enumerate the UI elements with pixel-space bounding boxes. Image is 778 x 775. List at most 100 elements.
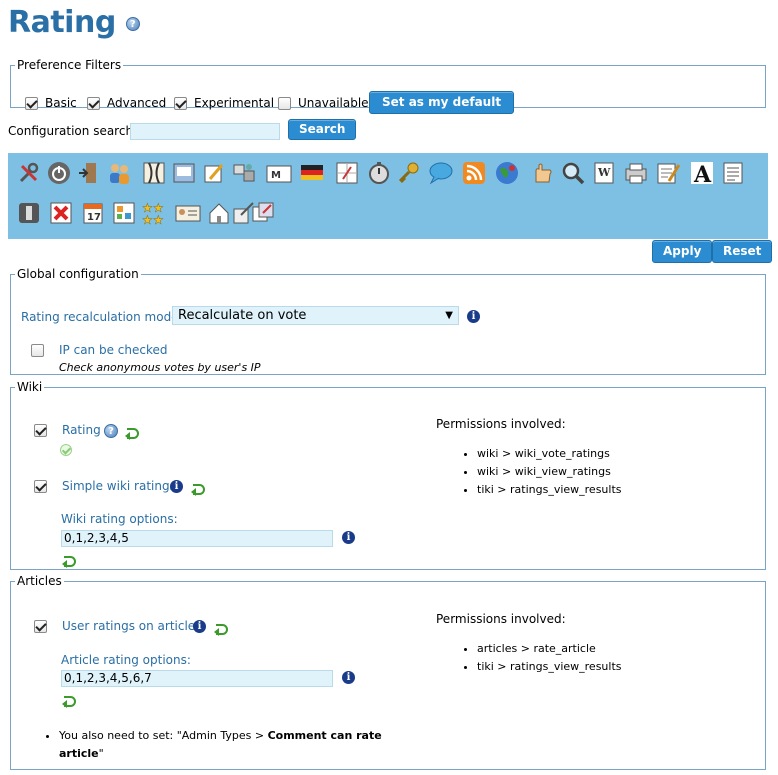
text-area-icon[interactable]: W (591, 160, 617, 186)
frame-icon[interactable] (171, 160, 197, 186)
wiki-section: Wiki Rating ? Simple wiki ratings i Wiki… (10, 380, 766, 570)
user-ratings-articles-checkbox[interactable] (34, 620, 47, 633)
articles-section: Articles User ratings on articles i Arti… (10, 574, 766, 770)
filter-basic-label: Basic (45, 96, 77, 110)
filter-advanced-label: Advanced (107, 96, 167, 110)
info-icon[interactable]: i (170, 480, 183, 493)
filter-experimental-label: Experimental (194, 96, 275, 110)
key-icon[interactable] (396, 160, 422, 186)
messages-icon[interactable]: M (266, 160, 292, 186)
filter-advanced-checkbox[interactable] (87, 96, 100, 110)
wiki-permissions-title: Permissions involved: (436, 417, 566, 431)
delete-icon[interactable] (48, 200, 74, 226)
font-icon[interactable]: A (689, 160, 715, 186)
article-rating-options-label: Article rating options: (61, 653, 191, 667)
login-icon[interactable] (76, 160, 102, 186)
recalc-mode-label: Rating recalculation mode: (21, 310, 183, 324)
global-legend: Global configuration (17, 267, 139, 281)
calendar-icon[interactable]: 17 (80, 200, 106, 226)
stop-icon[interactable] (16, 200, 42, 226)
wiki-rating-label[interactable]: Rating (62, 423, 101, 437)
globe-icon[interactable] (494, 160, 520, 186)
share-icon[interactable] (250, 200, 276, 226)
page-title: Rating (8, 4, 116, 40)
filter-experimental-checkbox[interactable] (174, 96, 187, 110)
reset-default-icon[interactable] (62, 694, 76, 708)
wiki-legend: Wiki (17, 380, 43, 394)
filters-legend: Preference Filters (17, 58, 122, 72)
profile-icon[interactable] (175, 200, 201, 226)
user-ratings-articles-label[interactable]: User ratings on articles (62, 619, 201, 633)
edit-icon[interactable] (201, 160, 227, 186)
filter-unavailable[interactable]: Unavailable (278, 96, 369, 110)
simple-wiki-ratings-checkbox[interactable] (34, 480, 47, 493)
global-configuration: Global configuration Rating recalculatio… (10, 267, 766, 375)
notepad-icon[interactable] (655, 160, 681, 186)
list-item: tiki > ratings_view_results (477, 658, 622, 676)
info-icon[interactable]: i (342, 531, 355, 544)
recalc-mode-select[interactable]: Recalculate on vote ▼ (172, 306, 459, 325)
look-icon[interactable] (141, 160, 167, 186)
list-item: wiki > wiki_view_ratings (477, 463, 622, 481)
ip-checked-checkbox[interactable] (31, 344, 44, 357)
stopwatch-icon[interactable] (366, 160, 392, 186)
filter-basic-checkbox[interactable] (25, 96, 38, 110)
set-default-button[interactable]: Set as my default (369, 91, 515, 114)
note-suffix: " (98, 747, 104, 760)
reset-button[interactable]: Reset (712, 240, 773, 263)
flag-icon[interactable] (299, 160, 325, 186)
list-item: You also need to set: "Admin Types > Com… (59, 727, 401, 763)
info-icon[interactable]: i (193, 620, 206, 633)
filter-experimental[interactable]: Experimental (174, 96, 274, 110)
tools-icon[interactable] (16, 160, 42, 186)
home-icon[interactable] (206, 200, 232, 226)
power-icon[interactable] (46, 160, 72, 186)
chevron-down-icon: ▼ (445, 310, 453, 321)
reset-default-icon[interactable] (125, 426, 139, 440)
reset-default-icon[interactable] (214, 622, 228, 636)
search-button[interactable]: Search (288, 119, 357, 140)
simple-wiki-ratings-label[interactable]: Simple wiki ratings (62, 479, 176, 493)
hand-icon[interactable] (530, 160, 556, 186)
info-icon[interactable]: i (467, 310, 480, 323)
preference-filters: Preference Filters Basic Advanced Experi… (10, 58, 766, 114)
reset-default-icon[interactable] (191, 482, 205, 496)
wiki-rating-options-input[interactable]: 0,1,2,3,4,5 (61, 530, 333, 547)
info-icon[interactable]: i (342, 671, 355, 684)
list-item: wiki > wiki_vote_ratings (477, 445, 622, 463)
document-icon[interactable] (720, 160, 746, 186)
svg-text:A: A (693, 162, 712, 185)
admin-types-note: You also need to set: "Admin Types > Com… (41, 727, 401, 763)
printer-icon[interactable] (623, 160, 649, 186)
help-icon[interactable]: ? (125, 17, 140, 31)
filter-basic[interactable]: Basic (25, 96, 77, 110)
articles-permissions-title: Permissions involved: (436, 612, 566, 626)
comment-icon[interactable] (428, 160, 454, 186)
rss-icon[interactable] (461, 160, 487, 186)
filter-advanced[interactable]: Advanced (87, 96, 166, 110)
ip-checked-label[interactable]: IP can be checked (59, 343, 167, 357)
recalc-mode-value: Recalculate on vote (178, 308, 307, 323)
search-label: Configuration search: (8, 124, 138, 138)
search-input[interactable] (130, 123, 280, 140)
list-item: tiki > ratings_view_results (477, 481, 622, 499)
articles-permissions-list: articles > rate_article tiki > ratings_v… (459, 640, 622, 676)
reset-default-icon[interactable] (62, 554, 76, 568)
compass-icon[interactable] (334, 160, 360, 186)
magnifier-icon[interactable] (560, 160, 586, 186)
list-item: articles > rate_article (477, 640, 622, 658)
svg-text:17: 17 (87, 212, 101, 223)
apply-button[interactable]: Apply (652, 240, 713, 263)
workspace-icon[interactable] (111, 200, 137, 226)
users-icon[interactable] (106, 160, 132, 186)
wiki-rating-checkbox[interactable] (34, 424, 47, 437)
ip-checked-hint: Check anonymous votes by user's IP (59, 361, 261, 374)
filter-unavailable-label: Unavailable (298, 96, 369, 110)
note-text: You also need to set: "Admin Types > (59, 729, 268, 742)
help-icon[interactable]: ? (104, 424, 118, 438)
filter-unavailable-checkbox[interactable] (278, 96, 291, 110)
article-rating-options-input[interactable]: 0,1,2,3,4,5,6,7 (61, 670, 333, 687)
stars-icon[interactable]: ★★ ★★ (142, 200, 168, 226)
svg-text:★★: ★★ (142, 213, 164, 226)
modules-icon[interactable] (231, 160, 257, 186)
